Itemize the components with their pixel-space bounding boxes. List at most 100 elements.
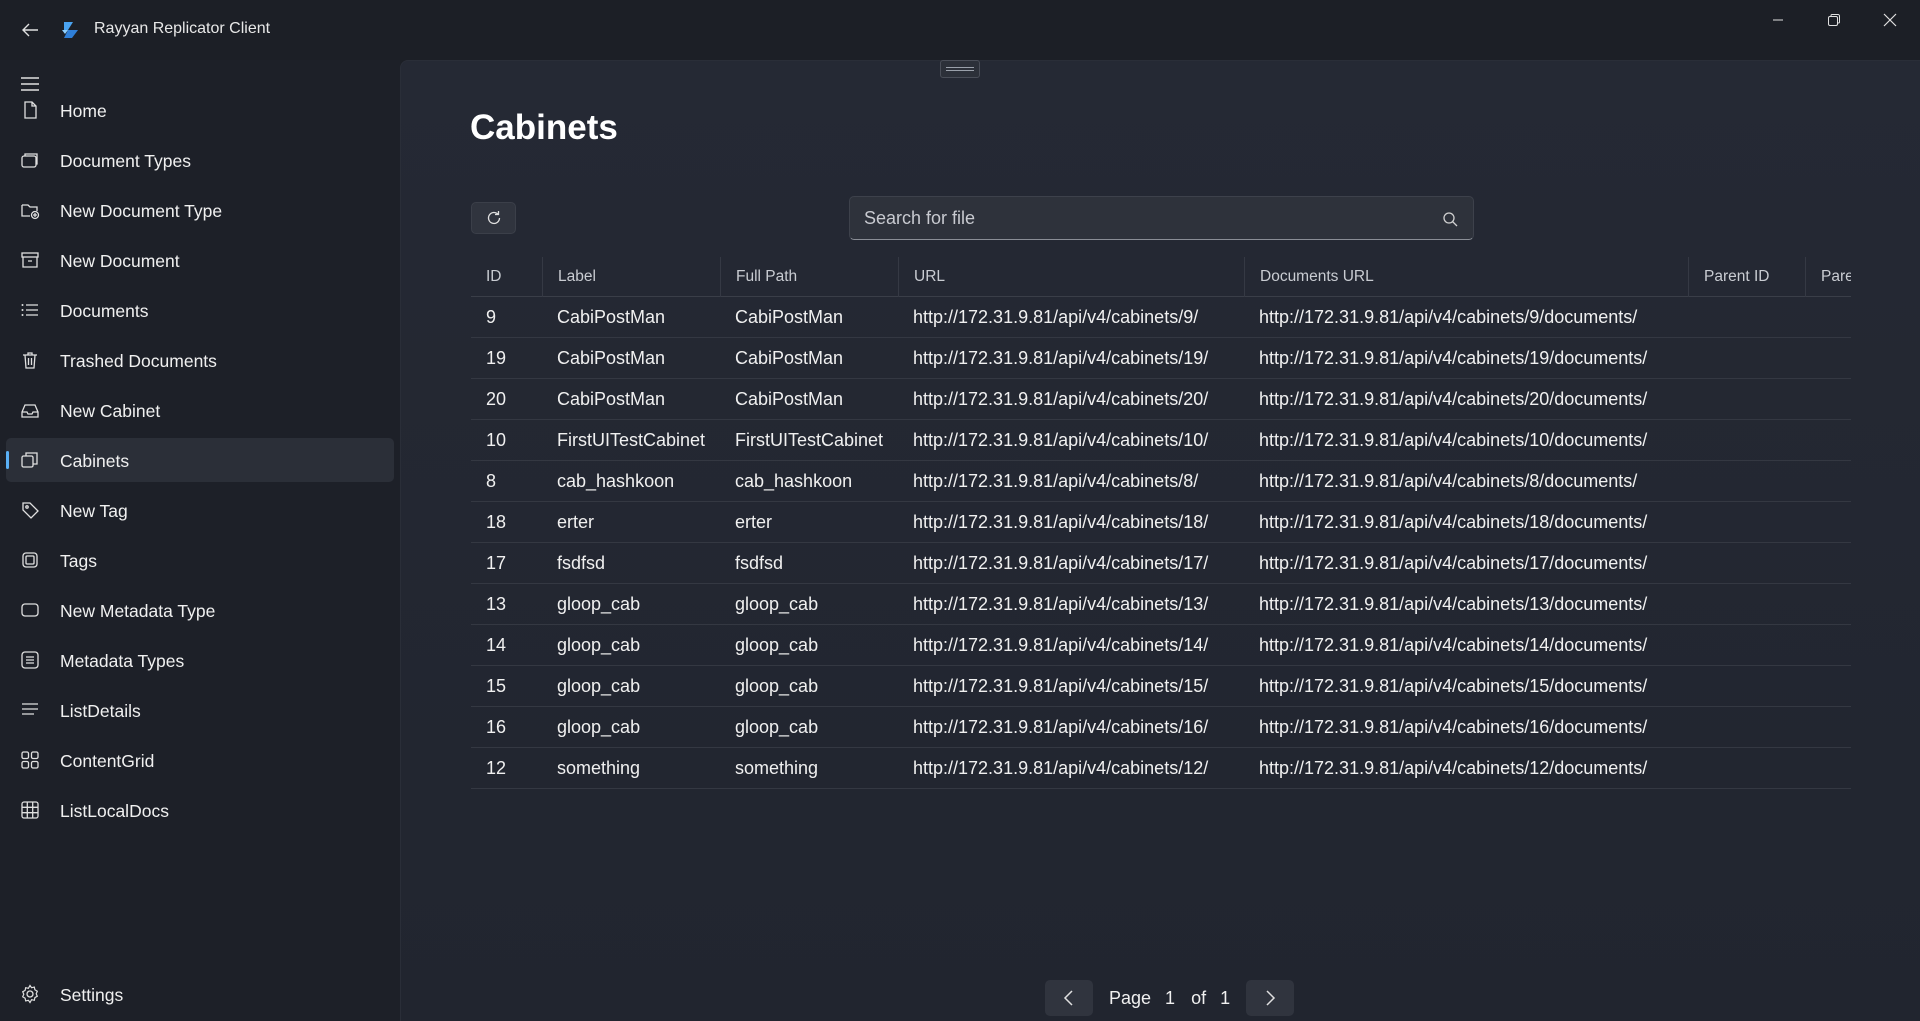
column-header[interactable]: Label [542,257,720,297]
sidebar-item-label: Settings [60,985,124,1005]
table-cell: CabiPostMan [735,348,844,368]
table-row[interactable]: 19 CabiPostMan CabiPostMan http://172.31.9.… [471,338,1851,379]
column-header[interactable]: Full Path [720,257,898,297]
table-cell: http://172.31.9.81/api/v4/cabinets/9/doc… [1259,307,1638,327]
restore-icon [1828,14,1840,26]
sidebar-item-document-types[interactable]: Document Types [6,138,394,182]
sidebar-item-trashed-documents[interactable]: Trashed Documents [6,338,394,382]
sidebar-item-documents[interactable]: Documents [6,288,394,332]
sidebar-item-label: ListDetails [60,701,141,721]
table-cell: 19 [486,348,507,368]
sidebar-item-label: Home [60,101,107,121]
sidebar-item-label: Document Types [60,151,191,171]
sidebar-item-home[interactable]: Home [6,88,394,132]
drag-handle[interactable] [940,60,980,78]
sidebar-item-listlocaldocs[interactable]: ListLocalDocs [6,788,394,832]
sidebar-item-new-document[interactable]: New Document [6,238,394,282]
next-page-button[interactable] [1246,980,1295,1016]
column-header[interactable]: URL [898,257,1244,297]
sidebar-item-cabinets[interactable]: Cabinets [6,438,394,482]
close-button[interactable] [1862,0,1918,40]
column-header[interactable]: ID [471,257,542,297]
column-header[interactable]: Pare [1805,257,1851,297]
sidebar-item-new-cabinet[interactable]: New Cabinet [6,388,394,432]
sidebar-item-label: Cabinets [60,451,130,471]
search-input[interactable] [864,208,1424,229]
selection-indicator [6,451,9,469]
minimize-button[interactable] [1750,0,1806,40]
sidebar-item-new-metadata-type[interactable]: New Metadata Type [6,588,394,632]
sidebar-item-contentgrid[interactable]: ContentGrid [6,738,394,782]
sidebar-item-label: New Document [60,251,180,271]
table-row[interactable]: 14 gloop_cab gloop_cab http://172.31.9.81/a… [471,625,1851,666]
table-cell: http://172.31.9.81/api/v4/cabinets/10/ [913,430,1209,450]
sidebar-item-tags[interactable]: Tags [6,538,394,582]
table-row[interactable]: 18 erter erter http://172.31.9.81/api/v4/ca… [471,502,1851,543]
current-page: 1 [1165,987,1176,1008]
archive-icon [20,250,40,270]
table-cell: http://172.31.9.81/api/v4/cabinets/19/ [913,348,1209,368]
table-cell [1805,666,1851,707]
table-row[interactable]: 13 gloop_cab gloop_cab http://172.31.9.81/a… [471,584,1851,625]
table-cell [1688,666,1805,707]
table-cell: http://172.31.9.81/api/v4/cabinets/12/do… [1259,758,1648,778]
square-icon [20,550,40,570]
table-cell: http://172.31.9.81/api/v4/cabinets/12/ [913,758,1209,778]
table-cell: 16 [486,717,507,737]
table-cell: http://172.31.9.81/api/v4/cabinets/8/ [913,471,1199,491]
search-icon[interactable] [1441,210,1459,228]
table-cell [1805,338,1851,379]
table-cell: something [735,758,819,778]
table-row[interactable]: 20 CabiPostMan CabiPostMan http://172.31.9.… [471,379,1851,420]
sidebar-item-metadata-types[interactable]: Metadata Types [6,638,394,682]
sidebar-item-new-document-type[interactable]: New Document Type [6,188,394,232]
table-row[interactable]: 9 CabiPostMan CabiPostMan http://172.31.9.8… [471,297,1851,338]
back-button[interactable] [14,14,46,46]
sidebar-item-settings[interactable]: Settings [6,972,394,1016]
table-cell [1805,584,1851,625]
arrow-left-icon [22,23,38,37]
sidebar-item-label: New Cabinet [60,401,161,421]
sidebar-item-label: Tags [60,551,97,571]
copy-icon [20,450,40,470]
column-header[interactable]: Documents URL [1244,257,1688,297]
previous-page-button[interactable] [1045,980,1093,1016]
table-row[interactable]: 12 something something http://172.31.9.81/a… [471,748,1851,789]
table-row[interactable]: 16 gloop_cab gloop_cab http://172.31.9.81/a… [471,707,1851,748]
sidebar-item-label: Trashed Documents [60,351,217,371]
sidebar-item-listdetails[interactable]: ListDetails [6,688,394,732]
restore-button[interactable] [1806,0,1862,40]
table-cell: http://172.31.9.81/api/v4/cabinets/20/do… [1259,389,1648,409]
sidebar-item-new-tag[interactable]: New Tag [6,488,394,532]
table-cell: http://172.31.9.81/api/v4/cabinets/14/do… [1259,635,1648,655]
table-cell [1688,584,1805,625]
table-icon [20,800,40,820]
table-cell: CabiPostMan [735,307,844,327]
table-cell: http://172.31.9.81/api/v4/cabinets/16/ [913,717,1209,737]
table-cell: http://172.31.9.81/api/v4/cabinets/15/ [913,676,1209,696]
table-cell: gloop_cab [557,717,641,737]
table-row[interactable]: 8 cab_hashkoon cab_hashkoon http://172.31.9… [471,461,1851,502]
stacked-cards-icon [20,150,40,170]
table-cell: 15 [486,676,507,696]
table-cell: CabiPostMan [557,348,666,368]
table-cell [1805,543,1851,584]
table-cell [1688,379,1805,420]
table-cell: http://172.31.9.81/api/v4/cabinets/19/do… [1259,348,1648,368]
table-cell: gloop_cab [735,717,819,737]
sidebar-item-label: ContentGrid [60,751,155,771]
table-cell [1688,297,1805,338]
table-row[interactable]: 15 gloop_cab gloop_cab http://172.31.9.81/a… [471,666,1851,707]
keyboard-icon [20,650,40,670]
table-cell: gloop_cab [557,594,641,614]
table-cell: something [557,758,641,778]
table-cell [1805,707,1851,748]
table-cell: 18 [486,512,507,532]
table-cell: 12 [486,758,507,778]
refresh-button[interactable] [471,202,516,234]
table-row[interactable]: 17 fsdfsd fsdfsd http://172.31.9.81/api/v4/… [471,543,1851,584]
column-header[interactable]: Parent ID [1688,257,1805,297]
table-row[interactable]: 10 FirstUITestCabinet FirstUITestCabinet ht… [471,420,1851,461]
table-cell [1805,502,1851,543]
table-cell [1805,748,1851,789]
